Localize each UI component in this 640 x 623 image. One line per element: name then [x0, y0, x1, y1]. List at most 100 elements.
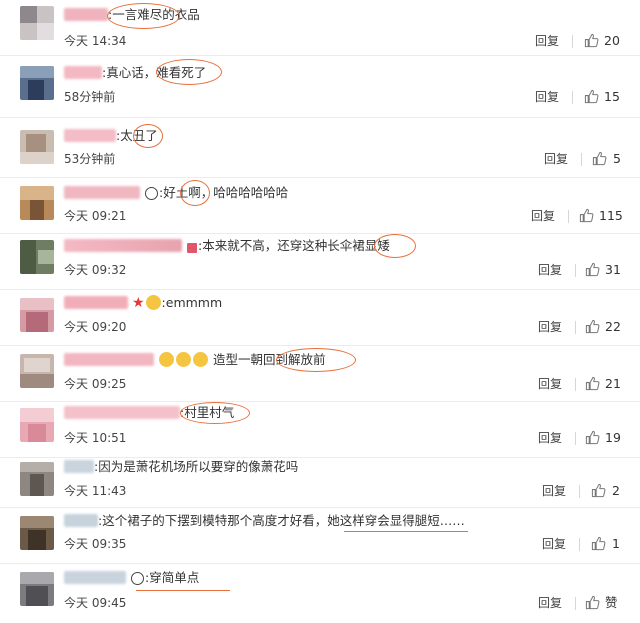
- star-icon: ★: [131, 295, 145, 311]
- panda-emoji-icon: [144, 187, 158, 200]
- avatar[interactable]: [20, 130, 54, 164]
- annotation-circle: [180, 180, 210, 206]
- avatar[interactable]: [20, 462, 54, 496]
- comment-list: :一言难尽的衣品 今天 14:34 回复 20 :真心话，难看死了 58分钟前 …: [0, 0, 640, 623]
- reply-button[interactable]: 回复: [542, 483, 566, 499]
- thumbs-up-icon[interactable]: [584, 89, 599, 104]
- like-count: 20: [604, 33, 620, 48]
- avatar[interactable]: [20, 572, 54, 606]
- username-blurred[interactable]: [64, 406, 180, 419]
- thumbs-up-icon[interactable]: [585, 262, 600, 277]
- comment-text: 这个裙子的下摆到模特那个高度才好看，她这样穿会显得腿短……: [102, 513, 465, 528]
- comment-time: 今天 10:51: [64, 431, 127, 445]
- comment-text: emmmm: [165, 295, 223, 310]
- username-blurred[interactable]: [64, 66, 102, 79]
- divider: [575, 321, 576, 334]
- annotation-circle: [107, 3, 180, 29]
- reply-button[interactable]: 回复: [535, 89, 559, 105]
- reply-button[interactable]: 回复: [531, 208, 555, 224]
- divider: [579, 538, 580, 551]
- thumbs-up-icon[interactable]: [585, 319, 600, 334]
- thumbs-up-icon[interactable]: [579, 208, 594, 223]
- like-count: 19: [605, 430, 621, 445]
- like-count: 31: [605, 262, 621, 277]
- comment-item: :真心话，难看死了 58分钟前 回复 15: [0, 56, 640, 118]
- thumbs-up-icon[interactable]: [585, 430, 600, 445]
- comment-text: 穿简单点: [149, 570, 200, 585]
- comment-time: 今天 09:45: [64, 596, 127, 610]
- avatar[interactable]: [20, 186, 54, 220]
- comment-item: :村里村气 今天 10:51 回复 19: [0, 402, 640, 458]
- username-blurred[interactable]: [64, 239, 182, 252]
- avatar[interactable]: [20, 240, 54, 274]
- username-blurred[interactable]: [64, 460, 94, 473]
- divider: [575, 597, 576, 610]
- comment-time: 今天 09:21: [64, 209, 127, 223]
- comment-time: 58分钟前: [64, 90, 116, 104]
- avatar[interactable]: [20, 298, 54, 332]
- comment-text: 因为是萧花机场所以要穿的像萧花吗: [98, 459, 299, 474]
- like-count: 22: [605, 319, 621, 334]
- username-blurred[interactable]: [64, 571, 126, 584]
- annotation-circle: [374, 234, 416, 258]
- reply-button[interactable]: 回复: [544, 151, 568, 167]
- comment-time: 53分钟前: [64, 152, 116, 166]
- avatar[interactable]: [20, 516, 54, 550]
- emoji-icon: [158, 352, 174, 367]
- divider: [572, 35, 573, 48]
- emoji-icon: [145, 295, 161, 310]
- thumbs-up-icon[interactable]: [584, 33, 599, 48]
- thumbs-up-icon[interactable]: [592, 151, 607, 166]
- thumbs-up-icon[interactable]: [591, 483, 606, 498]
- badge-icon: [186, 243, 197, 253]
- panda-emoji-icon: [130, 572, 144, 585]
- comment-time: 今天 09:25: [64, 377, 127, 391]
- username-blurred[interactable]: [64, 514, 98, 527]
- divider: [581, 153, 582, 166]
- like-count: 15: [604, 89, 620, 104]
- username-blurred[interactable]: [64, 129, 116, 142]
- divider: [572, 91, 573, 104]
- comment-text: 本来就不高，还穿这种长伞裙显矮: [202, 238, 390, 253]
- username-blurred[interactable]: [64, 353, 154, 366]
- username-blurred[interactable]: [64, 8, 108, 21]
- avatar[interactable]: [20, 66, 54, 100]
- annotation-circle: [133, 124, 163, 148]
- comment-item: 造型一朝回到解放前 今天 09:25 回复 21: [0, 346, 640, 402]
- reply-button[interactable]: 回复: [538, 319, 562, 335]
- comment-time: 今天 09:35: [64, 537, 127, 551]
- reply-button[interactable]: 回复: [538, 262, 562, 278]
- comment-item: :一言难尽的衣品 今天 14:34 回复 20: [0, 0, 640, 56]
- like-count[interactable]: 赞: [605, 595, 618, 611]
- comment-time: 今天 09:32: [64, 263, 127, 277]
- annotation-circle: [156, 59, 222, 85]
- divider: [575, 378, 576, 391]
- avatar[interactable]: [20, 354, 54, 388]
- reply-button[interactable]: 回复: [538, 595, 562, 611]
- comment-time: 今天 14:34: [64, 34, 127, 48]
- comment-item: :太丑了 53分钟前 回复 5: [0, 118, 640, 178]
- annotation-circle: [180, 402, 250, 424]
- reply-button[interactable]: 回复: [538, 376, 562, 392]
- username-blurred[interactable]: [64, 186, 140, 199]
- comment-time: 今天 09:20: [64, 320, 127, 334]
- annotation-underline: [136, 590, 230, 591]
- thumbs-up-icon[interactable]: [585, 376, 600, 391]
- avatar[interactable]: [20, 408, 54, 442]
- username-blurred[interactable]: [64, 296, 128, 309]
- thumbs-up-icon[interactable]: [591, 536, 606, 551]
- avatar[interactable]: [20, 6, 54, 40]
- emoji-icon: [175, 352, 191, 367]
- like-count: 5: [613, 151, 621, 166]
- comment-item: :好土啊，哈哈哈哈哈哈 今天 09:21 回复 115: [0, 178, 640, 234]
- reply-button[interactable]: 回复: [542, 536, 566, 552]
- comment-time: 今天 11:43: [64, 484, 127, 498]
- like-count: 21: [605, 376, 621, 391]
- reply-button[interactable]: 回复: [535, 33, 559, 49]
- annotation-circle: [276, 348, 356, 372]
- divider: [575, 264, 576, 277]
- thumbs-up-icon[interactable]: [585, 595, 600, 610]
- comment-item: :本来就不高，还穿这种长伞裙显矮 今天 09:32 回复 31: [0, 234, 640, 290]
- comment-item: :穿简单点 今天 09:45 回复 赞: [0, 564, 640, 623]
- reply-button[interactable]: 回复: [538, 430, 562, 446]
